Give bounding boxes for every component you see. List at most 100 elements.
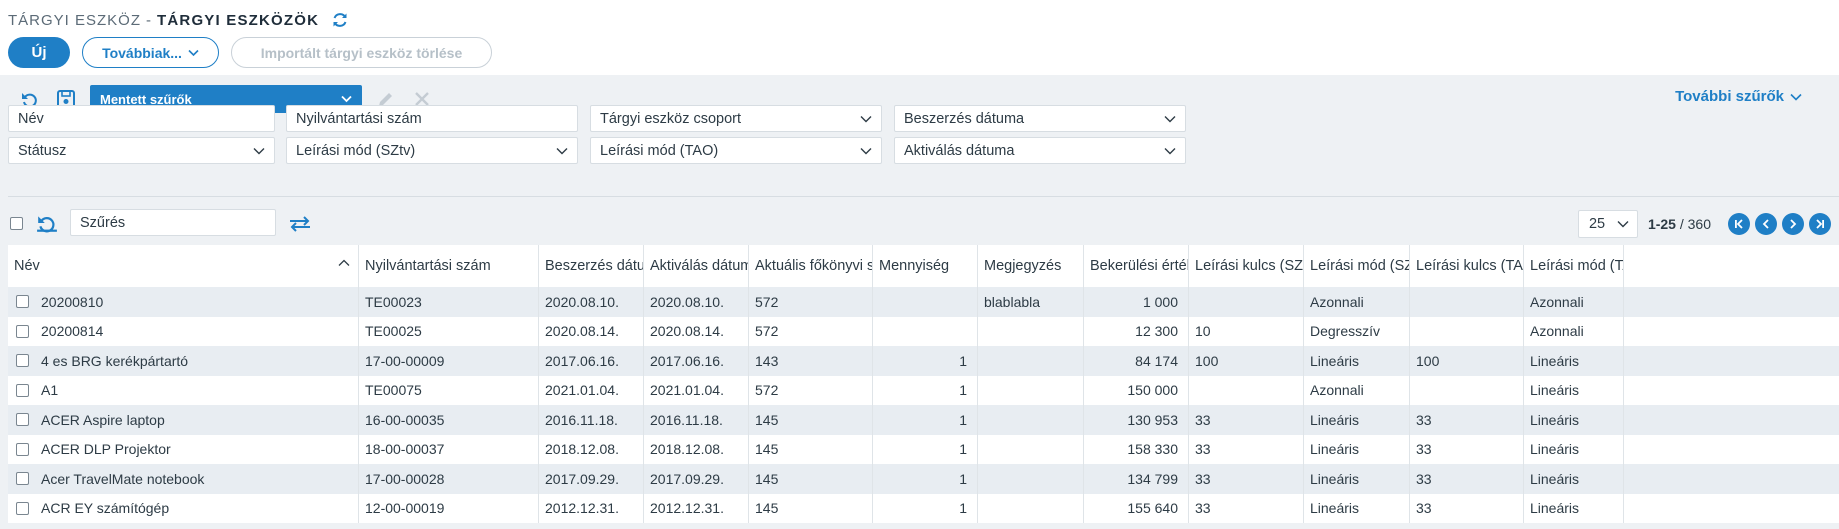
next-page-button[interactable] bbox=[1782, 213, 1804, 235]
column-header[interactable]: Mennyiség bbox=[873, 245, 978, 287]
table-row[interactable]: 4 es BRG kerékpártartó 17-00-00009 2017.06… bbox=[8, 346, 1839, 376]
swap-arrows-icon[interactable] bbox=[288, 214, 312, 237]
column-header[interactable]: Nyilvántartási szám bbox=[359, 245, 539, 287]
cell-value: blablabla bbox=[984, 293, 1041, 310]
cell-value: Lineáris bbox=[1530, 441, 1580, 458]
chevron-down-icon bbox=[860, 115, 872, 122]
table-row[interactable]: Acer TravelMate notebook 17-00-00028 2017.… bbox=[8, 464, 1839, 494]
row-checkbox[interactable] bbox=[16, 442, 29, 456]
new-button[interactable]: Új bbox=[8, 37, 70, 68]
cell-value[interactable]: 4 es BRG kerékpártartó bbox=[41, 353, 188, 369]
table-cell: Acer TravelMate notebook bbox=[8, 464, 359, 494]
row-checkbox[interactable] bbox=[16, 501, 29, 515]
cell-value[interactable]: Acer TravelMate notebook bbox=[41, 471, 204, 487]
activation-date-filter-select[interactable]: Aktiválás dátuma bbox=[894, 137, 1186, 164]
column-header[interactable]: Aktuális főkönyvi szám bbox=[749, 245, 873, 287]
table-row[interactable]: ACER Aspire laptop 16-00-00035 2016.11.18.… bbox=[8, 405, 1839, 435]
table-cell: Lineáris bbox=[1304, 434, 1410, 464]
cell-value: 145 bbox=[755, 500, 779, 517]
table-cell bbox=[1189, 287, 1304, 317]
first-page-button[interactable] bbox=[1728, 213, 1750, 235]
list-search-input[interactable]: Szűrés bbox=[70, 209, 276, 236]
table-cell: Lineáris bbox=[1524, 434, 1624, 464]
table-cell: 33 bbox=[1410, 434, 1524, 464]
chevron-down-icon bbox=[1164, 115, 1176, 122]
cell-value: Lineáris bbox=[1530, 411, 1580, 428]
cell-value[interactable]: A1 bbox=[41, 382, 58, 398]
table-cell: 33 bbox=[1189, 405, 1304, 435]
asset-group-filter-select[interactable]: Tárgyi eszköz csoport bbox=[590, 105, 882, 132]
column-header-label: Aktiválás dátuma bbox=[650, 258, 748, 274]
cell-value: 100 bbox=[1195, 352, 1219, 369]
table-cell: 145 bbox=[749, 493, 873, 523]
column-header[interactable]: Leírási kulcs (SZtv) bbox=[1189, 245, 1304, 287]
row-checkbox[interactable] bbox=[16, 354, 29, 368]
table-row[interactable]: ACER DLP Projektor 18-00-00037 2018.12.08.… bbox=[8, 434, 1839, 464]
table-cell: 1 bbox=[873, 405, 978, 435]
table-cell: 1 bbox=[873, 493, 978, 523]
column-header[interactable]: Megjegyzés bbox=[978, 245, 1084, 287]
more-actions-button[interactable]: Továbbiak... bbox=[82, 37, 219, 68]
chevron-down-icon bbox=[341, 95, 352, 103]
table-cell: 100 bbox=[1189, 346, 1304, 376]
cell-value[interactable]: ACER Aspire laptop bbox=[41, 412, 165, 428]
name-filter-input[interactable]: Név bbox=[8, 105, 275, 132]
column-header[interactable]: Bekerülési érték bbox=[1084, 245, 1189, 287]
table-row[interactable]: A1 TE00075 2021.01.04. 2021.01.04. 572 1 150 0… bbox=[8, 375, 1839, 405]
table-row[interactable]: 20200810 TE00023 2020.08.10. 2020.08.10. 572… bbox=[8, 287, 1839, 317]
chevron-left-icon bbox=[1762, 219, 1769, 229]
table-cell: TE00023 bbox=[359, 287, 539, 317]
purchase-date-filter-select[interactable]: Beszerzés dátuma bbox=[894, 105, 1186, 132]
depr-method-sztv-filter-select[interactable]: Leírási mód (SZtv) bbox=[286, 137, 578, 164]
column-header[interactable]: Aktiválás dátuma bbox=[644, 245, 749, 287]
cell-value: 2020.08.10. bbox=[650, 293, 724, 310]
cell-value[interactable]: ACR EY számítógép bbox=[41, 500, 169, 516]
cell-value[interactable]: 20200814 bbox=[41, 323, 103, 339]
page-size-select[interactable]: 25 bbox=[1577, 210, 1638, 238]
column-header[interactable]: Név bbox=[8, 245, 359, 287]
table-cell: 2018.12.08. bbox=[539, 434, 644, 464]
select-all-checkbox[interactable] bbox=[10, 217, 23, 230]
table-row[interactable]: 20200814 TE00025 2020.08.14. 2020.08.14. 572… bbox=[8, 316, 1839, 346]
last-page-button[interactable] bbox=[1809, 213, 1831, 235]
reset-list-icon[interactable] bbox=[36, 212, 58, 237]
column-header[interactable]: Leírási mód (TAO) bbox=[1524, 245, 1624, 287]
cell-value: Azonnali bbox=[1530, 323, 1584, 340]
table-cell: 33 bbox=[1410, 493, 1524, 523]
table-cell bbox=[1189, 375, 1304, 405]
cell-value: 2016.11.18. bbox=[545, 411, 618, 428]
row-checkbox[interactable] bbox=[16, 324, 29, 338]
sort-ascending-icon[interactable] bbox=[338, 259, 350, 267]
row-checkbox[interactable] bbox=[16, 413, 29, 427]
table-row[interactable]: ACR EY számítógép 12-00-00019 2012.12.31. 2… bbox=[8, 493, 1839, 523]
table-cell: 158 330 bbox=[1084, 434, 1189, 464]
more-filters-toggle[interactable]: További szűrők bbox=[1675, 88, 1802, 105]
table-cell: 33 bbox=[1189, 493, 1304, 523]
reg-number-filter-placeholder: Nyilvántartási szám bbox=[296, 110, 422, 127]
delete-imported-button[interactable]: Importált tárgyi eszköz törlése bbox=[231, 37, 492, 68]
row-checkbox[interactable] bbox=[16, 472, 29, 486]
refresh-icon[interactable] bbox=[331, 11, 349, 29]
table-cell: TE00075 bbox=[359, 375, 539, 405]
cell-value: 100 bbox=[1416, 352, 1440, 369]
row-checkbox[interactable] bbox=[16, 383, 29, 397]
status-filter-select[interactable]: Státusz bbox=[8, 137, 275, 164]
cell-value[interactable]: 20200810 bbox=[41, 294, 103, 310]
cell-value: 2017.06.16. bbox=[545, 352, 619, 369]
column-header[interactable]: Leírási mód (SZtv) bbox=[1304, 245, 1410, 287]
more-actions-label: Továbbiak... bbox=[102, 44, 182, 61]
breadcrumb[interactable]: TÁRGYI ESZKÖZ bbox=[8, 12, 141, 29]
column-header[interactable]: Beszerzés dátuma bbox=[539, 245, 644, 287]
table-cell: Lineáris bbox=[1304, 464, 1410, 494]
depr-method-tao-filter-select[interactable]: Leírási mód (TAO) bbox=[590, 137, 882, 164]
reg-number-filter-input[interactable]: Nyilvántartási szám bbox=[286, 105, 578, 132]
prev-page-button[interactable] bbox=[1755, 213, 1777, 235]
row-checkbox[interactable] bbox=[16, 295, 29, 309]
column-header-label: Leírási mód (TAO) bbox=[1530, 258, 1623, 274]
column-header[interactable]: Leírási kulcs (TAO) bbox=[1410, 245, 1524, 287]
table-cell: blablabla bbox=[978, 287, 1084, 317]
table-cell: 2021.01.04. bbox=[539, 375, 644, 405]
cell-value: 145 bbox=[755, 411, 779, 428]
cell-value[interactable]: ACER DLP Projektor bbox=[41, 441, 171, 457]
table-cell: Degresszív bbox=[1304, 316, 1410, 346]
